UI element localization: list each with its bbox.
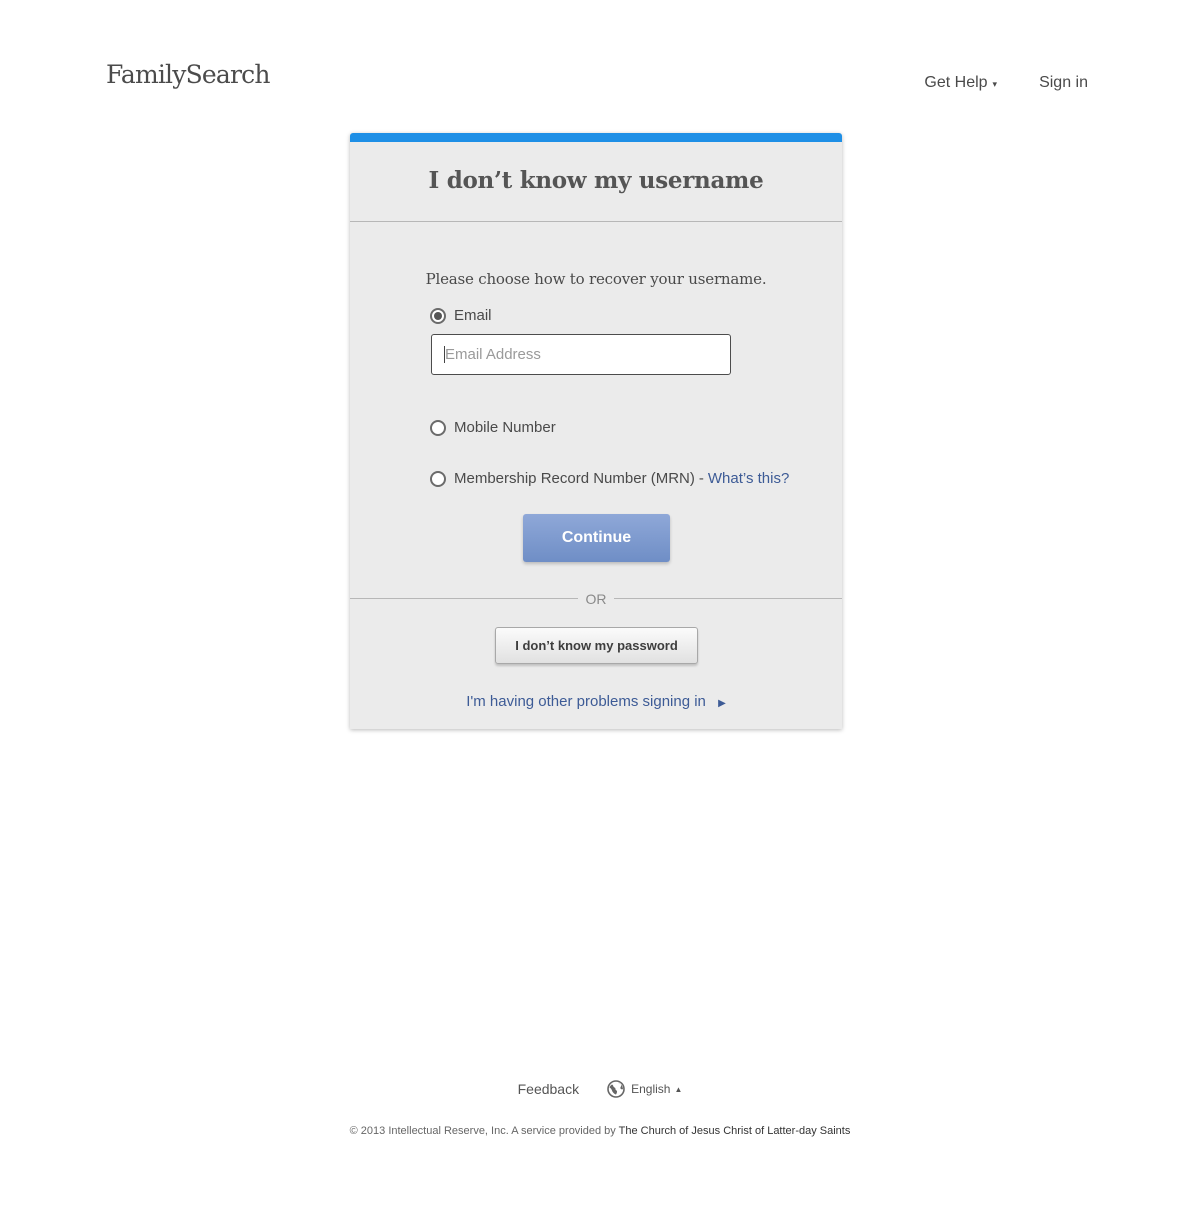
or-label: OR	[585, 591, 607, 607]
footer-links: Feedback English ▲	[0, 1080, 1200, 1098]
continue-button[interactable]: Continue	[523, 514, 670, 562]
email-radio[interactable]	[430, 307, 446, 324]
email-address-input[interactable]	[431, 334, 731, 375]
caret-up-icon: ▲	[674, 1084, 683, 1094]
sign-in-label: Sign in	[1039, 74, 1088, 91]
get-help-menu[interactable]: Get Help ▾	[924, 74, 997, 92]
get-help-label: Get Help	[924, 74, 988, 91]
play-arrow-icon[interactable]: ▶	[718, 698, 726, 709]
mobile-option[interactable]: Mobile Number	[430, 419, 556, 436]
mrn-option[interactable]: Membership Record Number (MRN) - What’s …	[430, 470, 789, 487]
other-problems-link[interactable]: I'm having other problems signing in	[466, 693, 706, 710]
language-selector[interactable]: English ▲	[607, 1080, 682, 1098]
email-option-label: Email	[454, 307, 492, 324]
mobile-radio[interactable]	[430, 419, 446, 436]
recovery-prompt: Please choose how to recover your userna…	[425, 270, 767, 288]
copyright-line: © 2013 Intellectual Reserve, Inc. A serv…	[0, 1125, 1200, 1137]
page-title: I don’t know my username	[428, 167, 764, 194]
mrn-radio[interactable]	[430, 470, 446, 487]
copyright-text: © 2013 Intellectual Reserve, Inc. A serv…	[349, 1125, 616, 1137]
email-option[interactable]: Email	[430, 307, 492, 324]
other-problems-row: I'm having other problems signing in ▶	[350, 693, 842, 710]
sign-in-link[interactable]: Sign in	[1039, 74, 1088, 92]
logo[interactable]: FamilySearch	[106, 60, 270, 89]
whats-this-link[interactable]: What’s this?	[708, 470, 789, 487]
or-divider: OR	[350, 591, 842, 607]
caret-down-icon: ▾	[992, 78, 998, 89]
forgot-password-button[interactable]: I don’t know my password	[495, 627, 698, 664]
language-label: English	[631, 1082, 671, 1096]
mrn-option-label: Membership Record Number (MRN)	[454, 470, 695, 487]
feedback-link[interactable]: Feedback	[518, 1081, 579, 1097]
card-header: I don’t know my username	[350, 142, 842, 222]
church-link[interactable]: The Church of Jesus Christ of Latter-day…	[619, 1125, 851, 1137]
globe-icon	[607, 1080, 625, 1098]
mrn-separator: -	[698, 470, 704, 487]
divider-line-right	[614, 598, 842, 599]
text-cursor	[444, 346, 445, 363]
mobile-option-label: Mobile Number	[454, 419, 556, 436]
top-nav: Get Help ▾ Sign in	[924, 74, 1088, 92]
recover-username-card: I don’t know my username Please choose h…	[350, 133, 842, 729]
